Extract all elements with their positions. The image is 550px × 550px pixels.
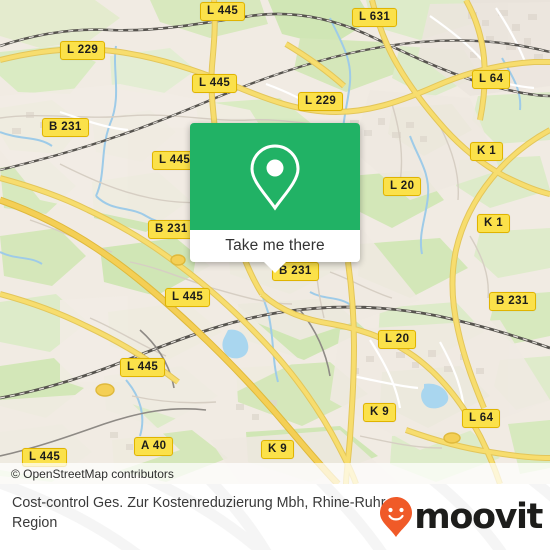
road-shield: L 445 xyxy=(120,358,166,377)
road-shield: L 64 xyxy=(472,70,511,89)
road-shield: K 9 xyxy=(261,440,295,459)
road-shield: A 40 xyxy=(134,437,174,456)
road-shield: L 64 xyxy=(462,409,501,428)
road-shield: L 631 xyxy=(352,8,398,27)
road-shield: B 231 xyxy=(489,292,536,311)
road-shield: L 20 xyxy=(383,177,422,196)
take-me-there-label: Take me there xyxy=(225,237,325,254)
place-card[interactable]: Take me there xyxy=(190,123,360,273)
osm-attribution-text[interactable]: © OpenStreetMap contributors xyxy=(0,467,174,481)
road-shield: B 231 xyxy=(148,220,195,239)
road-shield: L 20 xyxy=(378,330,417,349)
road-shield: L 229 xyxy=(60,41,106,60)
moovit-pin-icon xyxy=(380,497,413,537)
page-title: Cost-control Ges. Zur Kostenreduzierung … xyxy=(12,495,386,531)
road-shield: L 445 xyxy=(165,288,211,307)
road-shield: L 445 xyxy=(200,2,246,21)
map-viewport[interactable]: L 445 L 631 L 229 L 445 L 64 L 229 B 231 K 1 L 4… xyxy=(0,0,550,484)
location-pin-icon xyxy=(250,143,300,211)
road-shield: K 1 xyxy=(477,214,511,233)
road-shield: K 1 xyxy=(470,142,504,161)
moovit-map-screenshot: L 445 L 631 L 229 L 445 L 64 L 229 B 231 K 1 L 4… xyxy=(0,0,550,550)
road-shield: K 9 xyxy=(363,403,397,422)
place-card-pointer xyxy=(264,262,286,273)
moovit-wordmark: moovit xyxy=(414,496,543,537)
road-shield: B 231 xyxy=(42,118,89,137)
road-shield: L 445 xyxy=(192,74,238,93)
place-card-header xyxy=(190,123,360,230)
place-card-action[interactable]: Take me there xyxy=(190,230,360,262)
footer-bar: Cost-control Ges. Zur Kostenreduzierung … xyxy=(0,484,550,550)
road-shield: L 229 xyxy=(298,92,344,111)
map-attribution-bar: © OpenStreetMap contributors xyxy=(0,463,550,484)
moovit-logo[interactable]: moovit xyxy=(379,496,543,537)
